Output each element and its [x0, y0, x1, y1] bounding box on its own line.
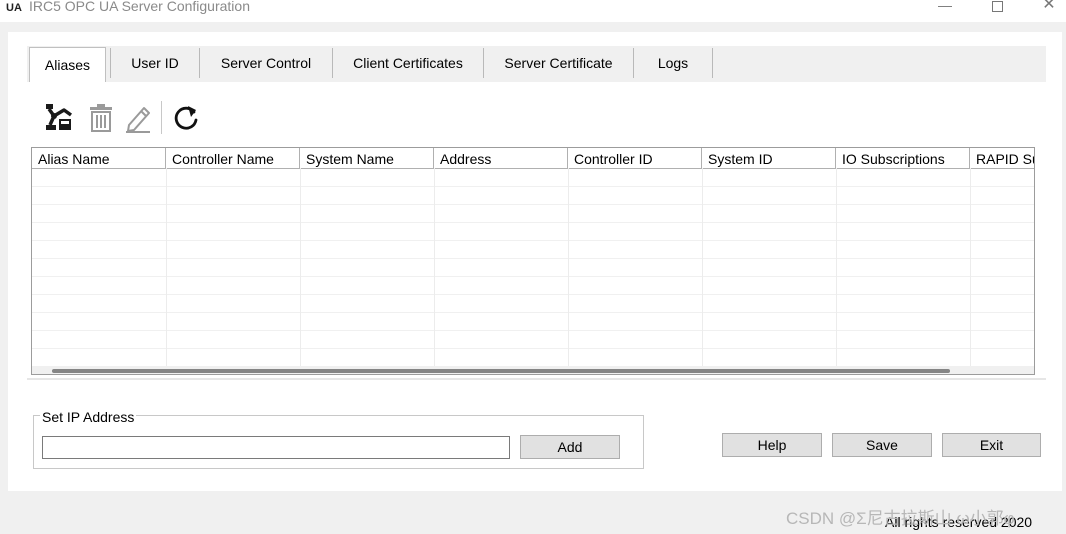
grid-column-line	[836, 168, 837, 366]
tab-user-id[interactable]: User ID	[110, 48, 200, 78]
grid-column-line	[434, 168, 435, 366]
column-system-name[interactable]: System Name	[300, 148, 434, 168]
title-bar: UA IRC5 OPC UA Server Configuration — ✕	[0, 0, 1066, 22]
grid-row-line	[32, 312, 1034, 313]
column-address[interactable]: Address	[434, 148, 568, 168]
maximize-icon	[991, 1, 1003, 12]
maximize-button[interactable]	[982, 0, 1012, 18]
column-controller-id[interactable]: Controller ID	[568, 148, 702, 168]
grid-row-line	[32, 330, 1034, 331]
grid-row-line	[32, 240, 1034, 241]
minimize-button[interactable]: —	[930, 0, 960, 18]
aliases-table[interactable]: Alias Name Controller Name System Name A…	[31, 147, 1035, 375]
horizontal-scrollbar[interactable]	[32, 366, 1034, 374]
edit-pencil-icon[interactable]	[124, 103, 154, 133]
column-system-id[interactable]: System ID	[702, 148, 836, 168]
scrollbar-thumb[interactable]	[52, 369, 950, 373]
exit-button[interactable]: Exit	[942, 433, 1041, 457]
column-io-subscriptions[interactable]: IO Subscriptions	[836, 148, 970, 168]
app-icon: UA	[6, 2, 22, 14]
set-ip-address-label: Set IP Address	[40, 409, 137, 425]
column-alias-name[interactable]: Alias Name	[32, 148, 166, 168]
add-button[interactable]: Add	[520, 435, 620, 459]
save-button[interactable]: Save	[832, 433, 932, 457]
tab-logs[interactable]: Logs	[634, 48, 713, 78]
column-controller-name[interactable]: Controller Name	[166, 148, 300, 168]
ip-address-input[interactable]	[42, 436, 510, 459]
tab-server-control[interactable]: Server Control	[200, 48, 333, 78]
grid-row-line	[32, 258, 1034, 259]
grid-row-line	[32, 222, 1034, 223]
delete-trash-icon[interactable]	[86, 103, 116, 133]
grid-row-line	[32, 348, 1034, 349]
grid-column-line	[166, 168, 167, 366]
grid-row-line	[32, 204, 1034, 205]
grid-row-line	[32, 294, 1034, 295]
tab-aliases[interactable]: Aliases	[29, 47, 106, 82]
grid-row-line	[32, 276, 1034, 277]
watermark: CSDN @Σ尼古拉斯山 ω小郭φ	[786, 509, 1015, 528]
add-controller-icon[interactable]	[44, 103, 74, 133]
table-header: Alias Name Controller Name System Name A…	[32, 148, 1034, 169]
column-rapid-subscriptions[interactable]: RAPID Su	[970, 148, 1034, 168]
grid-column-line	[970, 168, 971, 366]
toolbar-separator	[161, 101, 162, 134]
grid-column-line	[702, 168, 703, 366]
grid-column-line	[568, 168, 569, 366]
refresh-icon[interactable]	[171, 103, 201, 133]
window-title: IRC5 OPC UA Server Configuration	[29, 0, 250, 14]
grid-row-line	[32, 186, 1034, 187]
close-button[interactable]: ✕	[1034, 0, 1064, 18]
tab-client-certificates[interactable]: Client Certificates	[333, 48, 484, 78]
help-button[interactable]: Help	[722, 433, 822, 457]
tab-server-certificate[interactable]: Server Certificate	[484, 48, 634, 78]
grid-column-line	[300, 168, 301, 366]
